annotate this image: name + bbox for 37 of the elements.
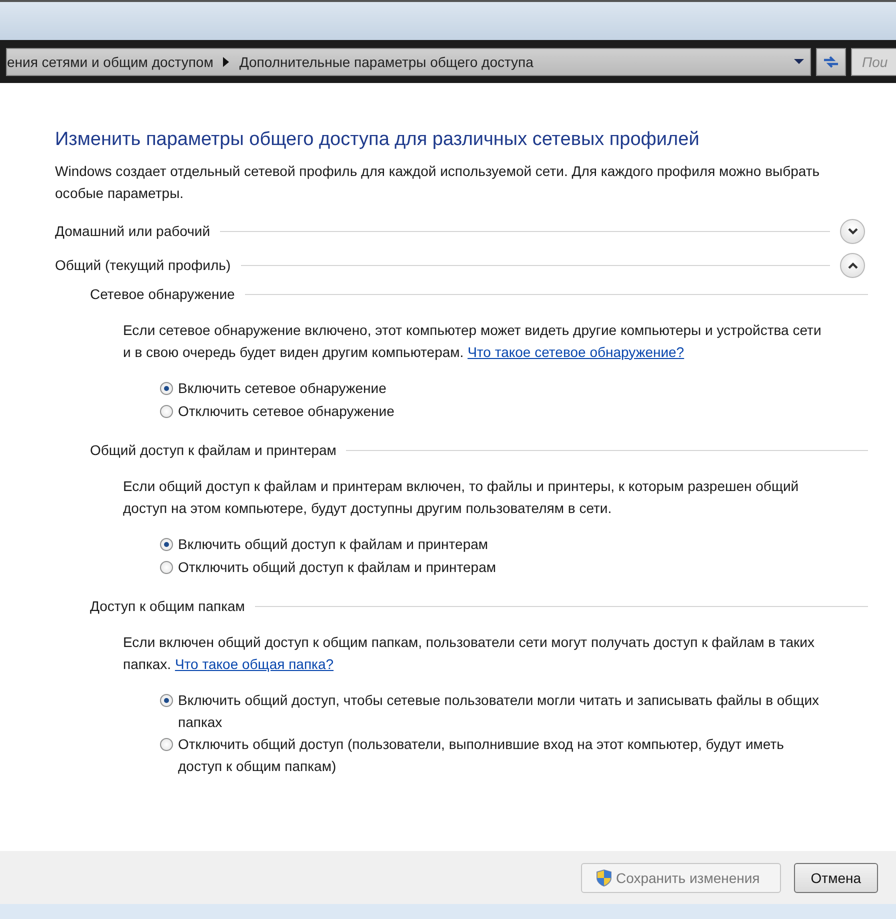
radio-button[interactable] bbox=[160, 694, 173, 707]
radio-button[interactable] bbox=[160, 560, 173, 574]
section-heading: Доступ к общим папкам bbox=[90, 598, 245, 614]
radio-label[interactable]: Отключить общий доступ (пользователи, выполнившие вход на этот компьютер, будут иметь доступ к общим папкам) bbox=[178, 734, 828, 777]
collapse-button[interactable] bbox=[840, 252, 865, 278]
radio-label[interactable]: Включить сетевое обнаружение bbox=[178, 378, 386, 400]
address-field[interactable]: ения сетями и общим доступом Дополнительные параметры общего доступа bbox=[6, 48, 811, 76]
help-link[interactable]: Что такое сетевое обнаружение? bbox=[468, 344, 684, 360]
radio-button[interactable] bbox=[160, 404, 173, 418]
radio-label[interactable]: Включить общий доступ к файлам и принтерам bbox=[178, 534, 488, 556]
shield-icon bbox=[596, 868, 612, 886]
page-description: Windows создает отдельный сетевой профиль для каждой используемой сети. Для каждого профиля можно выбрать особые параметры. bbox=[55, 162, 821, 203]
profile-title: Общий (текущий профиль) bbox=[55, 257, 231, 273]
page-title: Изменить параметры общего доступа для различных сетевых профилей bbox=[55, 129, 700, 151]
breadcrumb-separator-icon bbox=[223, 56, 230, 66]
breadcrumb[interactable]: ения сетями и общим доступом bbox=[7, 54, 214, 70]
radio-button[interactable] bbox=[160, 382, 173, 395]
refresh-button[interactable] bbox=[816, 48, 846, 76]
section-description: Если общий доступ к файлам и принтерам включен, то файлы и принтеры, к которым разрешен общий доступ на этом компьютере, будут доступны другим пользователям в сети. bbox=[123, 477, 800, 518]
profile-title: Домашний или рабочий bbox=[55, 223, 210, 239]
cancel-button[interactable]: Отмена bbox=[794, 862, 878, 892]
radio-label[interactable]: Отключить общий доступ к файлам и принтерам bbox=[178, 556, 496, 578]
radio-label[interactable]: Включить общий доступ, чтобы сетевые пользователи могли читать и записывать файлы в общих папках bbox=[178, 690, 828, 733]
dropdown-arrow-icon[interactable] bbox=[794, 59, 804, 64]
section-description: Если сетевое обнаружение включено, этот компьютер может видеть другие компьютеры и устройства сети и в свою очередь будет виден другим компьютерам. Что такое сетевое обнаружение? bbox=[123, 321, 822, 362]
radio-button[interactable] bbox=[160, 738, 173, 751]
refresh-icon bbox=[822, 54, 840, 70]
radio-label[interactable]: Отключить сетевое обнаружение bbox=[178, 400, 394, 422]
section-heading: Сетевое обнаружение bbox=[90, 286, 235, 302]
section-description: Если включен общий доступ к общим папкам, пользователи сети могут получать доступ к файлам в таких папках. Что такое общая папка? bbox=[123, 633, 816, 674]
chevron-up-icon bbox=[848, 262, 858, 268]
section-heading: Общий доступ к файлам и принтерам bbox=[90, 442, 336, 458]
expand-button[interactable] bbox=[840, 218, 865, 244]
radio-button[interactable] bbox=[160, 538, 173, 551]
chevron-down-icon bbox=[848, 228, 858, 234]
breadcrumb[interactable]: Дополнительные параметры общего доступа bbox=[239, 54, 534, 70]
help-link[interactable]: Что такое общая папка? bbox=[174, 656, 334, 672]
